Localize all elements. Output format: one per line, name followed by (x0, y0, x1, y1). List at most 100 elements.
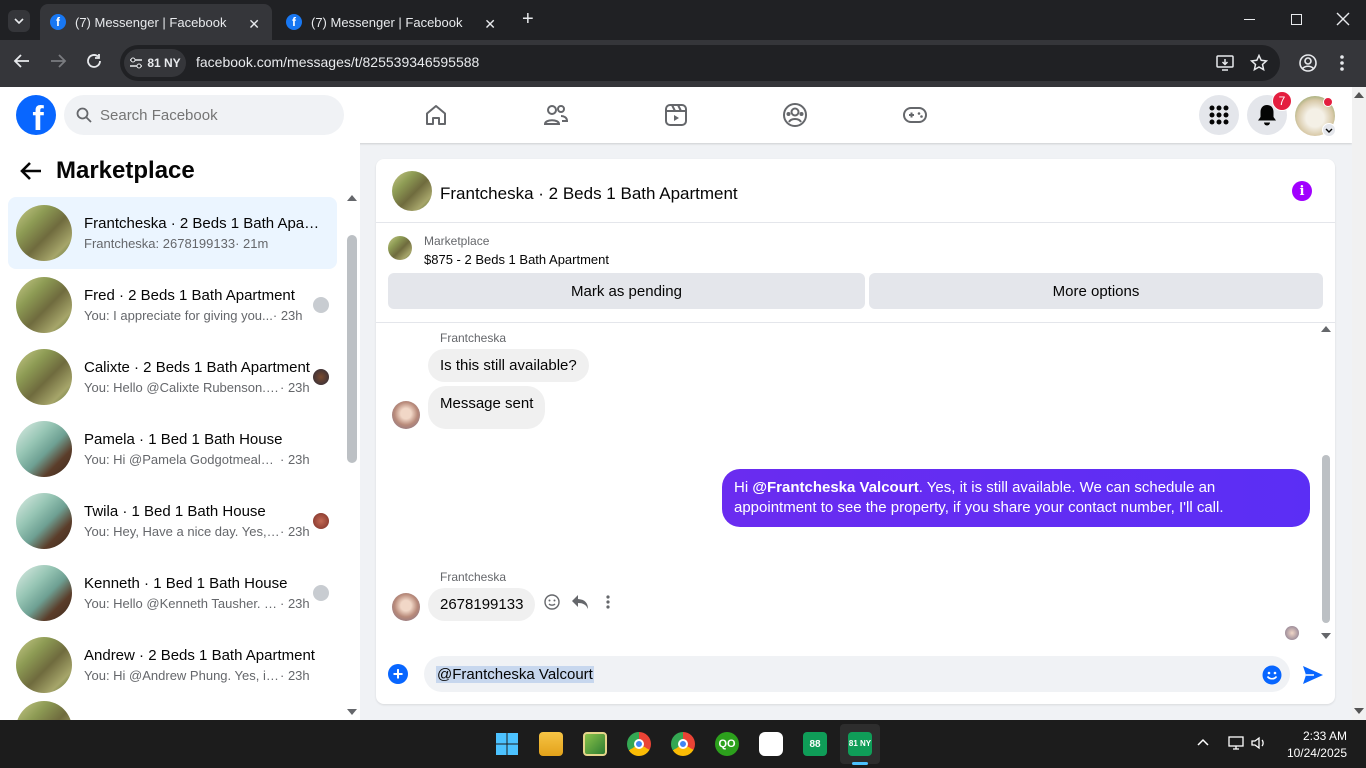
conversation-item[interactable]: Calixte · 2 Beds 1 Bath Apartment You: H… (8, 341, 337, 413)
taskbar-app-88-icon[interactable]: 88 (803, 732, 827, 756)
mark-as-pending-button[interactable]: Mark as pending (388, 273, 865, 309)
minimize-button[interactable] (1244, 19, 1255, 20)
conversation-name: Andrew · 2 Beds 1 Bath Apartment (84, 647, 315, 664)
url-text[interactable]: facebook.com/messages/t/825539346595588 (196, 54, 479, 70)
page-scrollbar[interactable] (1352, 87, 1366, 720)
browser-tab-active[interactable]: f (7) Messenger | Facebook ✕ (40, 4, 272, 40)
network-icon[interactable] (1228, 736, 1244, 750)
conversation-time: · 23h (280, 668, 310, 683)
read-receipt-avatar (313, 369, 329, 385)
video-icon[interactable] (660, 99, 692, 131)
browser-menu-icon[interactable] (1340, 54, 1344, 72)
conversation-item[interactable]: Frantcheska · 2 Beds 1 Bath Apartment Fr… (8, 197, 337, 269)
mention[interactable]: @Frantcheska Valcourt (752, 479, 918, 496)
chat-listing-avatar[interactable] (392, 171, 432, 211)
conversation-name: Calixte · 2 Beds 1 Bath Apartment (84, 359, 310, 376)
address-bar[interactable]: 81 NY facebook.com/messages/t/8255393465… (120, 45, 1280, 81)
chat-scroll-up-icon[interactable] (1321, 326, 1331, 332)
sender-avatar[interactable] (392, 401, 420, 429)
emoji-icon[interactable] (1262, 665, 1282, 685)
conversation-item[interactable]: Andrew · 2 Beds 1 Bath Apartment You: Hi… (8, 629, 337, 701)
more-actions-icon[interactable] (606, 594, 610, 610)
windows-start-icon[interactable] (495, 732, 519, 756)
incoming-message[interactable]: Is this still available? (428, 349, 589, 382)
send-icon[interactable] (1302, 665, 1324, 685)
friends-icon[interactable] (540, 99, 572, 131)
site-chip-label: 81 NY (147, 56, 181, 70)
menu-grid-button[interactable] (1199, 95, 1239, 135)
grid-icon (1209, 105, 1229, 125)
info-icon[interactable]: i (1292, 181, 1312, 201)
quickbooks-icon[interactable]: QO (715, 732, 739, 756)
more-options-button[interactable]: More options (869, 273, 1323, 309)
listing-thumbnail (16, 701, 72, 721)
conversation-item[interactable] (8, 701, 337, 721)
page-scroll-up-icon[interactable] (1354, 92, 1364, 98)
reload-icon[interactable] (85, 52, 103, 70)
add-attachment-icon[interactable]: + (388, 664, 408, 684)
conversation-item[interactable]: Kenneth · 1 Bed 1 Bath House You: Hello … (8, 557, 337, 629)
forward-icon[interactable] (49, 52, 67, 70)
tab-list-dropdown-icon[interactable] (8, 10, 30, 32)
tray-chevron-up-icon[interactable] (1197, 738, 1209, 746)
profile-icon[interactable] (1299, 54, 1317, 72)
react-emoji-icon[interactable] (544, 594, 560, 610)
listing-thumbnail (16, 637, 72, 693)
chat-scrollbar[interactable] (1322, 455, 1330, 623)
search-bar[interactable] (64, 95, 344, 135)
chat-scroll-down-icon[interactable] (1321, 633, 1331, 639)
chrome-icon[interactable] (627, 732, 651, 756)
notepad-app-icon[interactable] (583, 732, 607, 756)
conversation-item[interactable]: Twila · 1 Bed 1 Bath House You: Hey, Hav… (8, 485, 337, 557)
page-scroll-down-icon[interactable] (1354, 708, 1364, 714)
file-explorer-icon[interactable] (539, 732, 563, 756)
home-icon[interactable] (420, 99, 452, 131)
incoming-message[interactable]: Message sent (428, 386, 546, 429)
browser-tab[interactable]: f (7) Messenger | Facebook ✕ (276, 4, 508, 40)
account-chevron-down-icon[interactable] (1322, 123, 1336, 137)
tab-close-icon[interactable]: ✕ (248, 16, 260, 33)
install-app-icon[interactable] (1216, 55, 1234, 71)
groups-icon[interactable] (779, 99, 811, 131)
tab-close-icon[interactable]: ✕ (484, 16, 496, 33)
taskbar-app-81-icon[interactable]: 81 NY (848, 732, 872, 756)
bookmark-star-icon[interactable] (1250, 54, 1268, 72)
tab-title: (7) Messenger | Facebook (75, 14, 227, 30)
conversation-name: Pamela · 1 Bed 1 Bath House (84, 431, 283, 448)
message-composer: + @Frantcheska Valcourt (376, 648, 1335, 704)
system-clock[interactable]: 2:33 AM 10/24/2025 (1287, 728, 1347, 762)
conversation-item[interactable]: Pamela · 1 Bed 1 Bath House You: Hi @Pam… (8, 413, 337, 485)
message-text: Hi (734, 479, 753, 496)
account-online-dot (1323, 97, 1333, 107)
sidebar-scroll-down-icon[interactable] (347, 709, 357, 715)
abc-app-icon[interactable] (759, 732, 783, 756)
incoming-message[interactable]: 2678199133 (428, 588, 536, 621)
sender-avatar[interactable] (392, 593, 420, 621)
gaming-icon[interactable] (899, 99, 931, 131)
sidebar-scroll-up-icon[interactable] (347, 195, 357, 201)
listing-title[interactable]: $875 - 2 Beds 1 Bath Apartment (424, 252, 609, 267)
back-arrow-icon[interactable] (20, 161, 42, 181)
message-input-text[interactable]: @Frantcheska Valcourt (436, 666, 594, 683)
maximize-button[interactable] (1291, 14, 1302, 25)
close-window-button[interactable] (1336, 12, 1350, 26)
listing-thumbnail[interactable] (388, 236, 412, 260)
sidebar-scrollbar[interactable] (347, 235, 357, 463)
outgoing-message[interactable]: Hi @Frantcheska Valcourt. Yes, it is sti… (722, 469, 1310, 527)
reply-icon[interactable] (571, 594, 589, 610)
conversation-item[interactable]: Fred · 2 Beds 1 Bath Apartment You: I ap… (8, 269, 337, 341)
search-input[interactable] (100, 106, 320, 124)
new-tab-button[interactable]: + (522, 8, 534, 31)
conversation-name: Twila · 1 Bed 1 Bath House (84, 503, 266, 520)
site-info-chip[interactable]: 81 NY (124, 49, 186, 77)
volume-icon[interactable] (1251, 736, 1267, 750)
conversation-time: · 23h (272, 308, 303, 323)
conversation-name: Frantcheska · 2 Beds 1 Bath Apartment (84, 215, 320, 232)
chat-title[interactable]: Frantcheska · 2 Beds 1 Bath Apartment (440, 184, 738, 204)
facebook-logo-icon[interactable]: f (16, 95, 56, 135)
conversation-snippet: You: Hey, Have a nice day. Yes, ... (84, 524, 280, 539)
chrome-profile-icon[interactable] (671, 732, 695, 756)
back-icon[interactable] (13, 52, 31, 70)
listing-source: Marketplace (424, 234, 490, 248)
windows-taskbar: QO 88 81 NY 2:33 AM 10/24/2025 (0, 720, 1366, 768)
